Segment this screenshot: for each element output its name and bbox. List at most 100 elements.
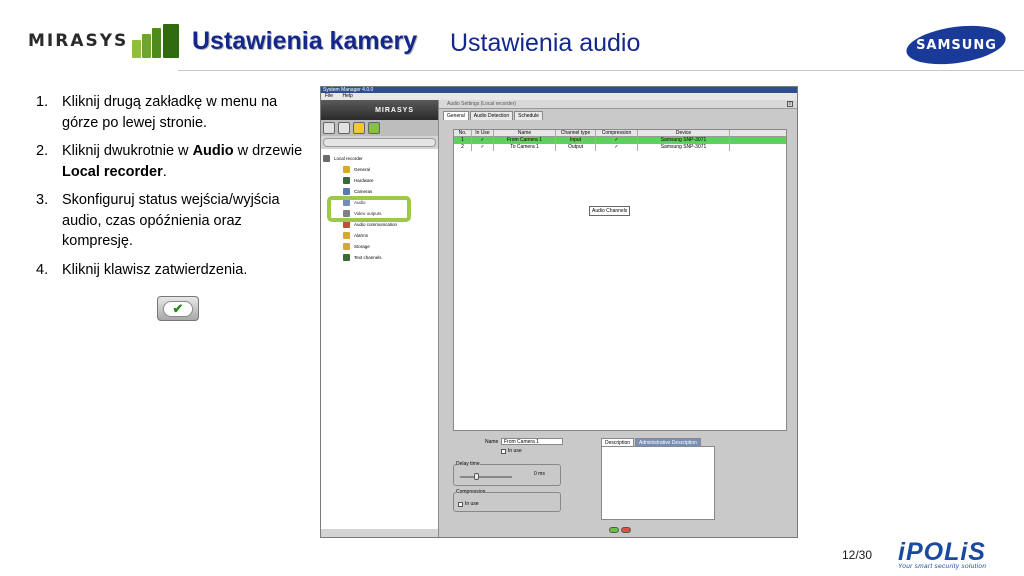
step-text: Kliknij drugą zakładkę w menu na górze p…	[62, 94, 278, 131]
tree-node-icon	[343, 231, 350, 239]
ipolis-logo: iPOLiS Your smart security solution	[898, 538, 986, 570]
toolbar-button-settings[interactable]	[353, 122, 365, 134]
tree-node-icon	[343, 253, 350, 261]
tree-item-label: Alarms	[354, 232, 369, 238]
dialog-buttons	[609, 527, 631, 533]
instruction-list: 1. Kliknij drugą zakładkę w menu na górze…	[36, 92, 304, 288]
tree-node-icon	[323, 154, 330, 162]
page-number: 12/30	[842, 548, 873, 562]
column-header[interactable]: Channel type	[556, 130, 596, 136]
delay-label: Delay time	[456, 461, 480, 467]
tree-item-label: Local recorder	[334, 155, 363, 161]
compression-in-use-label: In use	[465, 501, 479, 507]
instruction-step: 1. Kliknij drugą zakładkę w menu na górze…	[36, 92, 304, 133]
table-cell: Input	[556, 137, 596, 144]
column-header[interactable]: Device	[638, 130, 730, 136]
column-header[interactable]: No.	[454, 130, 472, 136]
table-cell: ✓	[472, 137, 494, 144]
dialog-tabs: General Audio Detection Schedule	[439, 109, 797, 120]
table-header: No. In Use Name Channel type Compression Devi…	[454, 130, 786, 137]
step-number: 1.	[36, 94, 49, 110]
instruction-step: 3. Skonfiguruj status wejścia/wyjścia aud…	[36, 190, 304, 252]
instruction-step: 2. Kliknij dwukrotnie w Audio w drzewie L…	[36, 141, 304, 182]
name-label: Name	[485, 439, 499, 445]
toolbar-button-2[interactable]	[338, 122, 350, 134]
step-text: Skonfiguruj status wejścia/wyjścia audio…	[62, 192, 280, 249]
table-cell: ✓	[596, 144, 638, 151]
name-field[interactable]: From Camera 1	[501, 438, 563, 445]
audio-channels-table: No. In Use Name Channel type Compression Devi…	[453, 129, 787, 431]
tab-audio-detection[interactable]: Audio Detection	[469, 111, 514, 120]
samsung-wordmark: SAMSUNG	[915, 37, 997, 53]
tree-item[interactable]: Text channels	[323, 252, 436, 262]
toolbar-button-1[interactable]	[323, 122, 335, 134]
tree-item-label: Audio communication	[354, 221, 398, 227]
mirasys-logo: MIRASYS	[28, 24, 180, 58]
tree-item[interactable]: Hardware	[323, 175, 436, 185]
channel-form: Name From Camera 1 In use Delay time 0 m…	[453, 438, 787, 522]
step-number: 4.	[36, 261, 49, 278]
checkmark-icon: ✔	[163, 300, 193, 317]
dialog-title-text: Audio Settings (Local recorder)	[447, 101, 516, 107]
header-divider	[178, 70, 1024, 71]
audio-highlight-frame	[327, 196, 411, 222]
table-cell: Samsung SNP-3071	[638, 144, 730, 151]
ok-button[interactable]	[609, 527, 619, 533]
column-header[interactable]: Compression	[596, 130, 638, 136]
compression-checkbox[interactable]: In use	[458, 501, 479, 507]
table-cell: ✓	[596, 137, 638, 144]
step-text: Kliknij dwukrotnie w Audio w drzewie Loc…	[62, 143, 303, 180]
in-use-checkbox[interactable]: In use	[501, 448, 522, 454]
compression-group: Compression In use	[453, 489, 561, 512]
app-menubar: File Help	[321, 93, 797, 100]
tree-node-icon	[343, 242, 350, 250]
left-toolbar	[321, 120, 438, 136]
table-cell: ✓	[472, 144, 494, 151]
confirm-button-icon: ✔	[157, 296, 199, 321]
tree-node-icon	[343, 165, 350, 173]
slide-subtitle: Ustawienia audio	[450, 29, 641, 57]
table-cell: Output	[556, 144, 596, 151]
tab-general[interactable]: General	[443, 111, 469, 120]
delay-value: 0 ms	[534, 471, 545, 477]
samsung-logo: SAMSUNG	[903, 20, 1009, 70]
mirasys-mark-icon	[132, 24, 180, 58]
tooltip: Audio Channels	[589, 206, 631, 216]
close-icon[interactable]: x	[787, 101, 793, 107]
delay-group: Delay time 0 ms	[453, 461, 561, 486]
tree-item[interactable]: General	[323, 164, 436, 174]
tree-item[interactable]: Alarms	[323, 230, 436, 240]
left-pane: MIRASYS Local recorder General Hardware Cam…	[321, 100, 439, 537]
table-row[interactable]: 2 ✓ To Camera 1 Output ✓ Samsung SNP-3071	[454, 144, 786, 151]
tree-item[interactable]: Storage	[323, 241, 436, 251]
dialog-title: Audio Settings (Local recorder) x	[439, 100, 797, 109]
in-use-label: In use	[508, 448, 522, 454]
tab-schedule[interactable]: Schedule	[514, 111, 543, 120]
toolbar-button-recorder[interactable]	[368, 122, 380, 134]
app-screenshot: System Manager 4.0.0 File Help MIRASYS L…	[320, 86, 798, 538]
table-row[interactable]: 1 ✓ From Camera 1 Input ✓ Samsung SNP-3071	[454, 137, 786, 144]
tree-item-label: Storage	[354, 243, 370, 249]
table-cell: From Camera 1	[494, 137, 556, 144]
table-cell: To Camera 1	[494, 144, 556, 151]
table-cell: 2	[454, 144, 472, 151]
tree-node-icon	[343, 187, 350, 195]
tree-item-label: Hardware	[354, 177, 374, 183]
tree-item-label: General	[354, 166, 371, 172]
column-header[interactable]: In Use	[472, 130, 494, 136]
navigation-row[interactable]	[323, 138, 436, 147]
ipolis-tagline: Your smart security solution	[898, 563, 987, 570]
app-banner: MIRASYS	[321, 100, 438, 120]
menu-help[interactable]: Help	[342, 93, 352, 99]
cancel-button[interactable]	[621, 527, 631, 533]
tree-item-label: Text channels	[354, 254, 382, 260]
menu-file[interactable]: File	[325, 93, 333, 99]
column-header[interactable]: Name	[494, 130, 556, 136]
tree-item[interactable]: Cameras	[323, 186, 436, 196]
settings-dialog: Audio Settings (Local recorder) x Genera…	[439, 100, 797, 537]
tree-item[interactable]: Local recorder	[323, 153, 436, 163]
delay-slider-thumb[interactable]	[474, 473, 479, 480]
description-textarea[interactable]	[601, 446, 715, 520]
delay-slider-track[interactable]	[460, 476, 512, 478]
tree-item-label: Cameras	[354, 188, 373, 194]
